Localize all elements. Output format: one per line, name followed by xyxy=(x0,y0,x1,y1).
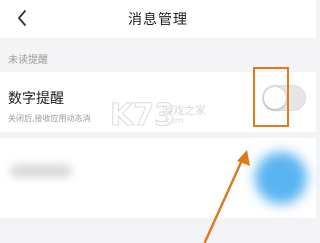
page-title: 消息管理 xyxy=(128,12,188,28)
blurred-setting-row xyxy=(0,138,316,218)
toggle-knob xyxy=(264,87,286,109)
number-reminder-toggle[interactable] xyxy=(262,85,306,111)
setting-row-title: 数字提醒 xyxy=(8,91,64,107)
top-bar: 消息管理 xyxy=(0,0,316,38)
setting-row-description: 关闭后,接收应用动态消 xyxy=(8,114,91,123)
section-label: 未读提醒 xyxy=(8,55,48,66)
blurred-row-label xyxy=(10,164,72,178)
section-header: 未读提醒 xyxy=(0,44,316,72)
blurred-toggle[interactable] xyxy=(255,152,307,204)
